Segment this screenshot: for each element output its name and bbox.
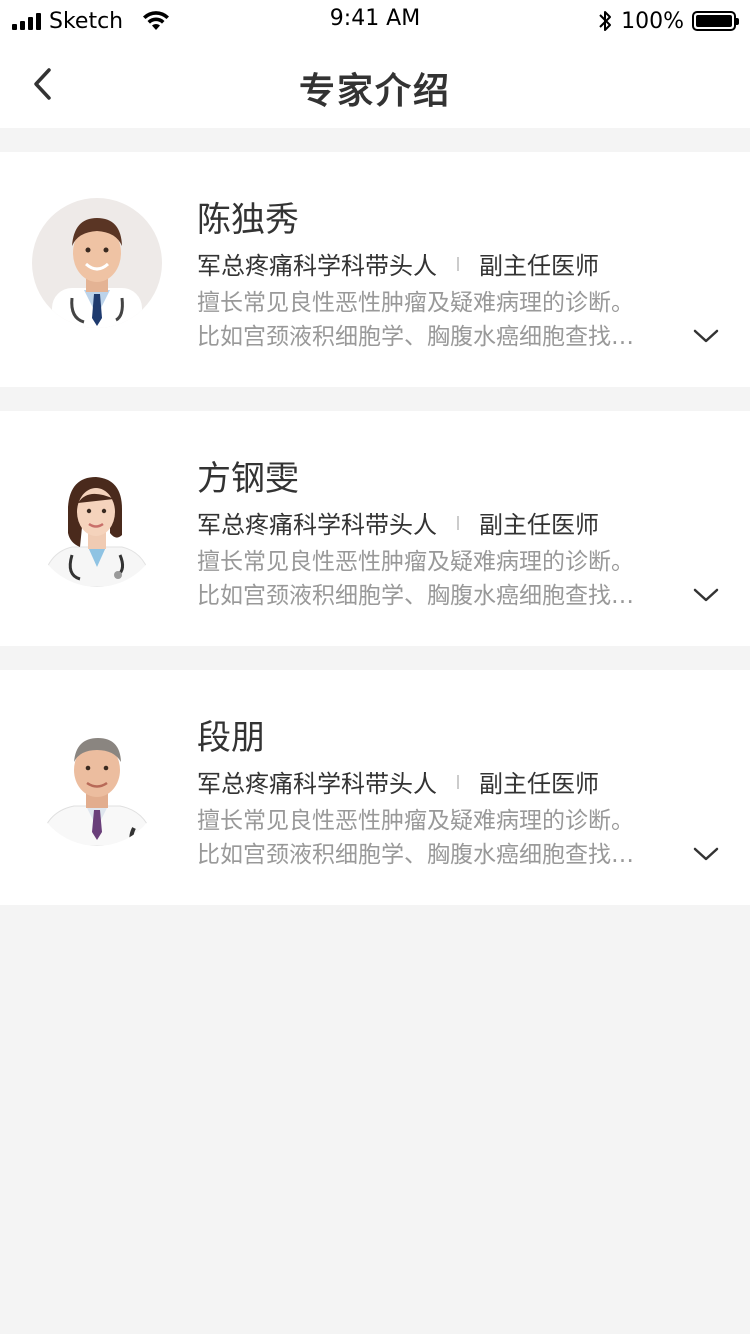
expert-name: 陈独秀 bbox=[197, 200, 299, 240]
description-line: 擅长常见良性恶性肿瘤及疑难病理的诊断。 bbox=[197, 290, 634, 316]
doctor-senior-portrait bbox=[32, 716, 162, 846]
expert-title: 副主任医师 bbox=[479, 770, 599, 798]
expert-department: 军总疼痛科学科带头人 bbox=[197, 770, 437, 798]
description-line: 比如宫颈液积细胞学、胸腹水癌细胞查找… bbox=[197, 583, 634, 609]
divider bbox=[457, 774, 459, 789]
description-line: 比如宫颈液积细胞学、胸腹水癌细胞查找… bbox=[197, 842, 634, 868]
page-title: 专家介绍 bbox=[298, 71, 451, 112]
expert-card[interactable]: 陈独秀 军总疼痛科学科带头人 副主任医师 擅长常见良性恶性肿瘤及疑难病理的诊断。… bbox=[0, 152, 750, 387]
expert-meta: 军总疼痛科学科带头人 副主任医师 bbox=[197, 246, 599, 281]
doctor-female-portrait bbox=[32, 457, 162, 587]
nav-bar: 专家介绍 bbox=[0, 40, 750, 128]
status-right: 100% bbox=[597, 6, 739, 36]
chevron-down-icon bbox=[693, 588, 719, 602]
chevron-down-icon bbox=[693, 329, 719, 343]
expand-button[interactable] bbox=[692, 581, 720, 609]
avatar bbox=[32, 716, 162, 846]
battery-icon bbox=[692, 11, 739, 31]
expert-department: 军总疼痛科学科带头人 bbox=[197, 252, 437, 280]
divider bbox=[457, 515, 459, 530]
avatar bbox=[32, 457, 162, 587]
expert-title: 副主任医师 bbox=[479, 511, 599, 539]
doctor-male-portrait bbox=[32, 198, 162, 328]
description-line: 擅长常见良性恶性肿瘤及疑难病理的诊断。 bbox=[197, 808, 634, 834]
expert-title: 副主任医师 bbox=[479, 252, 599, 280]
expert-card[interactable]: 方钢雯 军总疼痛科学科带头人 副主任医师 擅长常见良性恶性肿瘤及疑难病理的诊断。… bbox=[0, 411, 750, 646]
expand-button[interactable] bbox=[692, 322, 720, 350]
expert-name: 方钢雯 bbox=[197, 459, 299, 499]
expert-description: 擅长常见良性恶性肿瘤及疑难病理的诊断。 比如宫颈液积细胞学、胸腹水癌细胞查找… bbox=[197, 286, 667, 354]
battery-fill bbox=[696, 15, 732, 27]
description-line: 比如宫颈液积细胞学、胸腹水癌细胞查找… bbox=[197, 324, 634, 350]
bluetooth-icon bbox=[599, 11, 612, 31]
expand-button[interactable] bbox=[692, 840, 720, 868]
expert-meta: 军总疼痛科学科带头人 副主任医师 bbox=[197, 764, 599, 799]
status-bar: Sketch 9:41 AM 100% bbox=[0, 0, 750, 40]
expert-description: 擅长常见良性恶性肿瘤及疑难病理的诊断。 比如宫颈液积细胞学、胸腹水癌细胞查找… bbox=[197, 804, 667, 872]
description-line: 擅长常见良性恶性肿瘤及疑难病理的诊断。 bbox=[197, 549, 634, 575]
expert-department: 军总疼痛科学科带头人 bbox=[197, 511, 437, 539]
expert-card[interactable]: 段朋 军总疼痛科学科带头人 副主任医师 擅长常见良性恶性肿瘤及疑难病理的诊断。 … bbox=[0, 670, 750, 905]
divider bbox=[457, 256, 459, 271]
battery-percent: 100% bbox=[621, 8, 684, 34]
expert-description: 擅长常见良性恶性肿瘤及疑难病理的诊断。 比如宫颈液积细胞学、胸腹水癌细胞查找… bbox=[197, 545, 667, 613]
expert-name: 段朋 bbox=[197, 718, 265, 758]
expert-list: 陈独秀 军总疼痛科学科带头人 副主任医师 擅长常见良性恶性肿瘤及疑难病理的诊断。… bbox=[0, 152, 750, 929]
chevron-down-icon bbox=[693, 847, 719, 861]
expert-meta: 军总疼痛科学科带头人 副主任医师 bbox=[197, 505, 599, 540]
avatar bbox=[32, 198, 162, 328]
